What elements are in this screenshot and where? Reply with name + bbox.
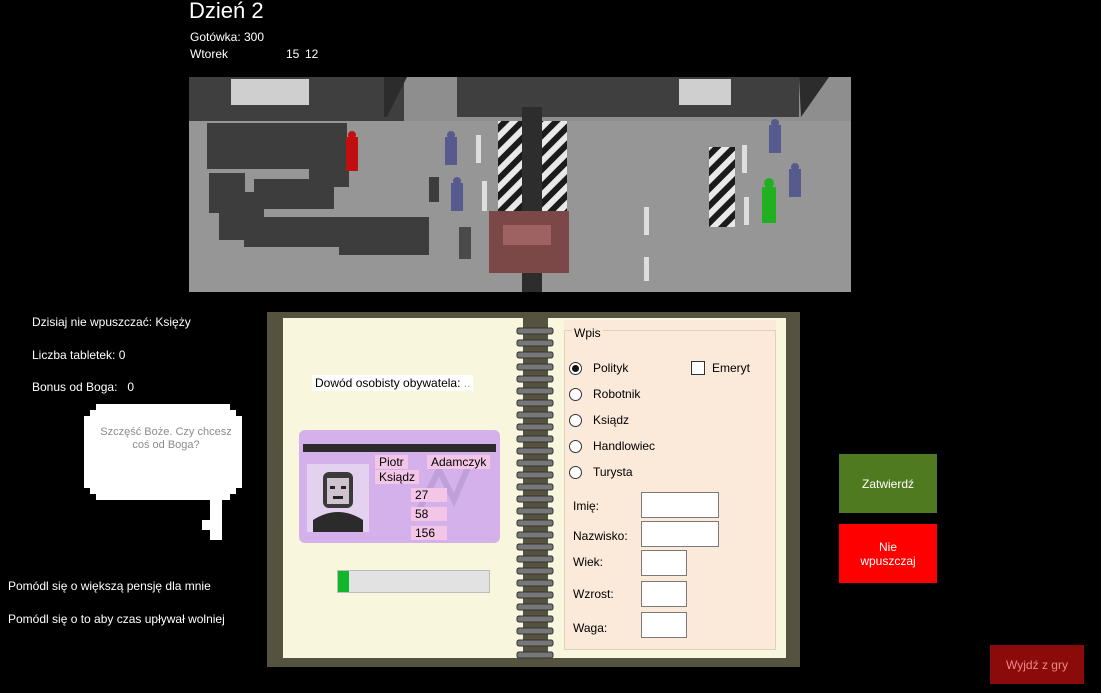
inspection-timer-bar [337,570,490,593]
radio-turysta[interactable] [569,466,582,479]
weight-input[interactable] [641,612,687,638]
retiree-label: Emeryt [712,361,751,375]
portrait-icon [313,472,363,532]
last-name-input[interactable] [641,521,719,547]
document-label: Dowód osobisty obywatela: .. [312,375,474,391]
weekday: Wtorek [190,47,229,61]
radio-handlowiec-label: Handlowiec [593,439,656,453]
radio-polityk[interactable] [569,362,582,375]
id-age: 27 [411,488,447,502]
notebook-spiral [515,322,555,667]
last-name-label: Nazwisko: [573,529,628,543]
id-card-stripe [303,444,496,452]
id-profession: Ksiądz [375,470,420,484]
id-card[interactable]: Piotr Adamczyk Ksiądz 27 58 156 [299,430,500,543]
first-name-input[interactable] [641,492,719,518]
first-name-label: Imię: [573,499,600,513]
radio-robotnik-label: Robotnik [593,387,641,401]
bubble-text: Szczęść Boże. Czy chcesz coś od Boga? [100,426,232,451]
document-label-text: Dowód osobisty obywatela: [315,376,461,390]
id-last-name: Adamczyk [427,455,491,469]
cash-value: 300 [244,30,265,44]
god-speech-bubble[interactable]: Szczęść Boże. Czy chcesz coś od Boga? [84,404,249,549]
age-input[interactable] [641,550,687,576]
height-label: Wzrost: [573,587,614,601]
radio-robotnik[interactable] [569,388,582,401]
exit-game-button[interactable]: Wyjdź z gry [990,645,1084,684]
cash-label: Gotówka: [190,30,241,44]
pray-salary-link[interactable]: Pomódl się o większą pensję dla mnie [8,579,211,593]
radio-ksiadz[interactable] [569,414,582,427]
retiree-checkbox[interactable] [691,361,705,375]
pray-time-link[interactable]: Pomódl się o to aby czas upływał wolniej [8,612,225,626]
pill-count: Liczba tabletek: 0 [32,348,126,362]
inspection-timer-fill [338,571,349,592]
id-weight: 58 [411,507,447,521]
radio-polityk-label: Polityk [593,361,629,375]
banned-group-notice: Dzisiaj nie wpuszczać: Księży [32,315,191,329]
clock-hour: 15 [286,47,300,61]
day-title: Dzień 2 [189,0,264,23]
clock-minute: 12 [305,47,319,61]
weight-label: Waga: [573,621,608,635]
deny-button[interactable]: Nie wpuszczaj [839,524,937,583]
document-label-ellipsis: .. [463,376,471,390]
entry-form-title: Wpis [572,326,603,340]
checkpoint-scene-art [189,77,851,292]
radio-turysta-label: Turysta [593,465,633,479]
age-label: Wiek: [573,555,603,569]
checkpoint-scene[interactable] [189,77,851,292]
id-height: 156 [411,526,447,540]
height-input[interactable] [641,581,687,607]
approve-button[interactable]: Zatwierdź [839,454,937,513]
speech-bubble-shape [84,404,242,540]
radio-ksiadz-label: Ksiądz [593,413,630,427]
id-first-name: Piotr [375,455,408,469]
id-photo [307,464,369,532]
radio-handlowiec[interactable] [569,440,582,453]
god-bonus: Bonus od Boga: 0 [32,380,135,394]
spiral-rings [516,327,554,659]
